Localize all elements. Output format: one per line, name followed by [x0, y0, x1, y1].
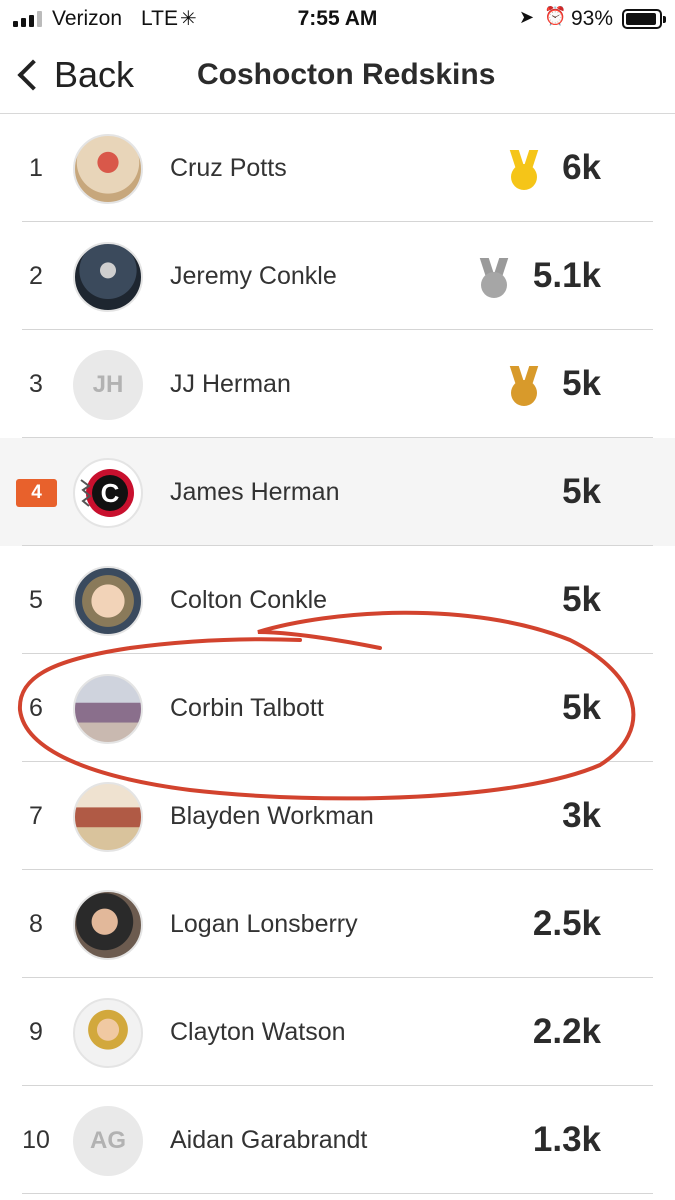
- leaderboard-list: 1 Cruz Potts 6k 2 Jeremy Conkle 5.1k 3 JH JJ Her…: [0, 114, 675, 1194]
- leaderboard-row[interactable]: 6 Corbin Talbott 5k: [0, 654, 675, 762]
- avatar-photo: [73, 782, 143, 852]
- player-name: Colton Conkle: [170, 586, 328, 614]
- player-name: Cruz Potts: [170, 154, 287, 182]
- page-title: Coshocton Redskins: [197, 58, 496, 91]
- player-score: 5k: [562, 688, 601, 727]
- avatar-photo: [73, 998, 143, 1068]
- gold-medal-icon: [509, 150, 539, 190]
- back-label: Back: [54, 54, 135, 95]
- player-name: JJ Herman: [170, 370, 291, 398]
- leaderboard-row[interactable]: 2 Jeremy Conkle 5.1k: [0, 222, 675, 330]
- rank-number: 8: [29, 910, 43, 938]
- chevron-left-icon: [17, 59, 49, 91]
- player-name: Blayden Workman: [170, 802, 374, 830]
- player-score: 2.2k: [532, 1012, 601, 1051]
- location-arrow-icon: ➤: [519, 7, 535, 27]
- rank-number: 10: [22, 1126, 50, 1154]
- avatar-initials: JH: [73, 350, 143, 420]
- leaderboard-row[interactable]: 1 Cruz Potts 6k: [0, 114, 675, 222]
- player-score: 6k: [562, 148, 601, 187]
- player-name: Jeremy Conkle: [170, 262, 337, 290]
- avatar-initials: AG: [73, 1106, 143, 1176]
- bronze-medal-icon: [509, 366, 539, 406]
- rank-number: 9: [29, 1018, 43, 1046]
- rank-number: 6: [29, 694, 43, 722]
- leaderboard-row[interactable]: 4 C James Herman 5k: [0, 438, 675, 546]
- battery-percent: 93%: [571, 7, 614, 30]
- avatar-photo: [73, 890, 143, 960]
- team-logo-avatar: C: [73, 458, 143, 528]
- row-divider: [22, 1193, 653, 1194]
- leaderboard-row[interactable]: 3 JH JJ Herman 5k: [0, 330, 675, 438]
- navigation-bar: Back Coshocton Redskins: [0, 38, 675, 114]
- rank-number: 2: [29, 262, 43, 290]
- silver-medal-icon: [479, 258, 509, 298]
- player-name: Clayton Watson: [170, 1018, 346, 1046]
- alarm-clock-icon: ⏰: [544, 6, 567, 26]
- leaderboard-row[interactable]: 7 Blayden Workman 3k: [0, 762, 675, 870]
- leaderboard-row[interactable]: 9 Clayton Watson 2.2k: [0, 978, 675, 1086]
- avatar-photo: [73, 134, 143, 204]
- player-score: 5k: [562, 580, 601, 619]
- player-name: James Herman: [170, 478, 340, 506]
- player-score: 5k: [562, 472, 601, 511]
- leaderboard-row[interactable]: 5 Colton Conkle 5k: [0, 546, 675, 654]
- avatar-photo: [73, 242, 143, 312]
- rank-number: 3: [29, 370, 43, 398]
- player-name: Aidan Garabrandt: [170, 1126, 368, 1154]
- player-score: 3k: [562, 796, 601, 835]
- player-score: 1.3k: [532, 1120, 601, 1159]
- back-button[interactable]: Back: [12, 50, 134, 100]
- rank-number: 5: [29, 586, 43, 614]
- player-name: Logan Lonsberry: [170, 910, 358, 938]
- battery-icon: [622, 9, 666, 29]
- leaderboard-row[interactable]: 8 Logan Lonsberry 2.5k: [0, 870, 675, 978]
- rank-number: 1: [29, 154, 43, 182]
- avatar-photo: [73, 674, 143, 744]
- rank-number: 7: [29, 802, 43, 830]
- player-score: 2.5k: [532, 904, 601, 943]
- player-score: 5.1k: [532, 256, 601, 295]
- leaderboard-row[interactable]: 10 AG Aidan Garabrandt 1.3k: [0, 1086, 675, 1194]
- player-score: 5k: [562, 364, 601, 403]
- player-name: Corbin Talbott: [170, 694, 324, 722]
- avatar-photo: [73, 566, 143, 636]
- svg-text:C: C: [101, 478, 120, 508]
- status-bar: Verizon LTE ✳ 7:55 AM ➤ ⏰ 93%: [0, 0, 675, 38]
- rank-badge: 4: [16, 479, 57, 507]
